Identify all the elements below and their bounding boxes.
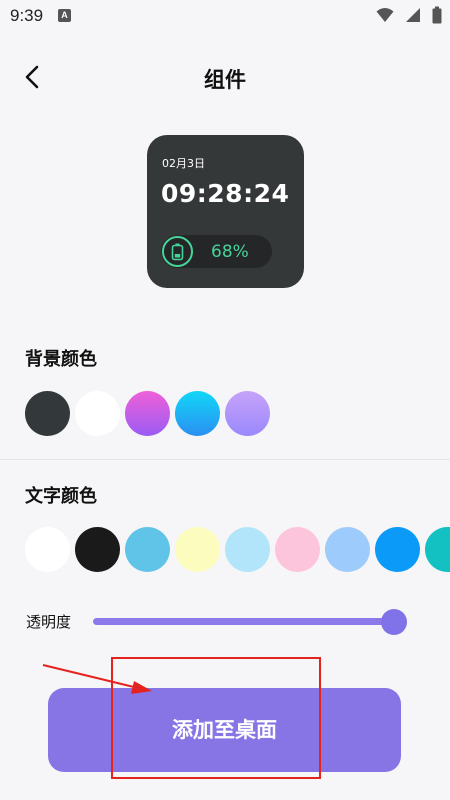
opacity-slider-thumb[interactable] xyxy=(381,609,407,635)
text-swatch-pink[interactable] xyxy=(275,527,320,572)
annotation-highlight-box xyxy=(111,657,321,779)
opacity-label: 透明度 xyxy=(26,613,72,631)
opacity-slider-track[interactable] xyxy=(93,618,398,625)
widget-preview: 02月3日 09:28:24 68% xyxy=(147,135,304,288)
bg-swatch-dark-gray[interactable] xyxy=(25,391,70,436)
signal-icon xyxy=(405,8,420,22)
text-swatch-periwinkle[interactable] xyxy=(325,527,370,572)
background-color-label: 背景颜色 xyxy=(25,349,97,370)
widget-battery-pill: 68% xyxy=(161,235,272,268)
battery-icon xyxy=(162,236,193,267)
text-swatch-light-yellow[interactable] xyxy=(175,527,220,572)
text-color-label: 文字颜色 xyxy=(25,486,97,507)
text-swatch-sky-blue[interactable] xyxy=(125,527,170,572)
bg-swatch-white[interactable] xyxy=(75,391,120,436)
text-swatch-black[interactable] xyxy=(75,527,120,572)
wifi-icon xyxy=(376,8,394,22)
battery-icon xyxy=(432,6,442,24)
status-bar: 9:39 A xyxy=(0,0,450,32)
section-divider xyxy=(0,459,450,460)
widget-time: 09:28:24 xyxy=(161,179,290,208)
text-swatch-white[interactable] xyxy=(25,527,70,572)
bg-swatch-lavender-gradient[interactable] xyxy=(225,391,270,436)
status-icons xyxy=(370,6,442,26)
widget-battery-percent: 68% xyxy=(211,242,249,262)
bg-swatch-purple-gradient[interactable] xyxy=(125,391,170,436)
bg-swatch-blue-gradient[interactable] xyxy=(175,391,220,436)
text-swatch-pale-blue[interactable] xyxy=(225,527,270,572)
status-time: 9:39 xyxy=(10,6,44,25)
text-swatch-blue[interactable] xyxy=(375,527,420,572)
notification-icon: A xyxy=(58,9,71,22)
page-title: 组件 xyxy=(204,68,246,92)
widget-date: 02月3日 xyxy=(162,157,205,170)
text-swatch-teal[interactable] xyxy=(425,527,450,572)
